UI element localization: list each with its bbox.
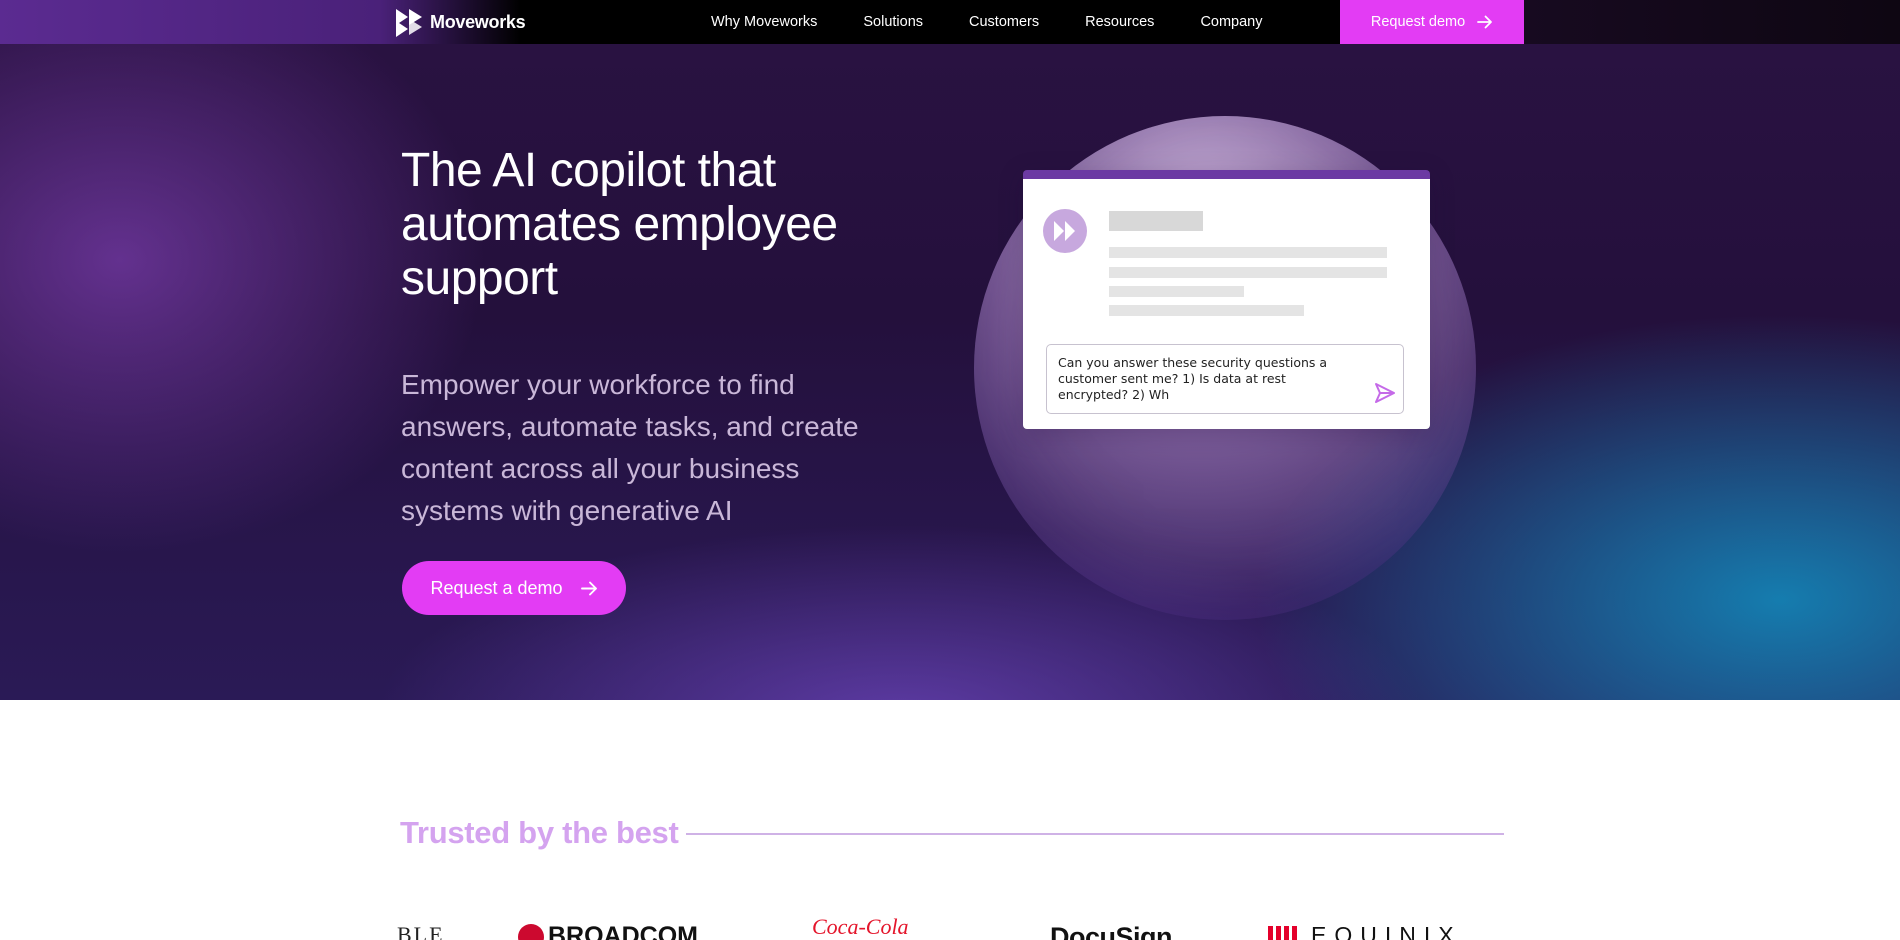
hero-title: The AI copilot that automates employee s…: [401, 144, 838, 305]
brand-name: Moveworks: [430, 11, 526, 32]
brand-logo-link[interactable]: Moveworks: [394, 6, 526, 38]
nav-customers[interactable]: Customers: [969, 14, 1039, 30]
broadcom-logo-text: BROADCOM: [548, 922, 698, 940]
skeleton-line: [1109, 247, 1387, 258]
nav-request-demo-button[interactable]: Request demo: [1340, 0, 1524, 44]
equinix-logo-text: EQUINIX: [1311, 922, 1462, 940]
skeleton-title: [1109, 211, 1203, 231]
moveworks-logo-icon: [396, 9, 422, 37]
docusign-logo: DocuSign: [1050, 922, 1173, 940]
nav-why-moveworks[interactable]: Why Moveworks: [711, 14, 817, 30]
coca-cola-logo: Coca-Cola: [812, 914, 909, 939]
equinix-logo: EQUINIX: [1268, 922, 1462, 940]
nav-solutions[interactable]: Solutions: [863, 14, 923, 30]
hero-request-demo-button[interactable]: Request a demo: [402, 561, 626, 615]
hero-section: Moveworks Why Moveworks Solutions Custom…: [0, 0, 1900, 700]
send-icon[interactable]: [1373, 381, 1397, 405]
nav-resources[interactable]: Resources: [1085, 14, 1154, 30]
arrow-right-icon: [580, 581, 597, 595]
top-nav: Moveworks Why Moveworks Solutions Custom…: [0, 0, 1900, 44]
skeleton-line: [1109, 267, 1387, 278]
hero-request-demo-label: Request a demo: [430, 577, 563, 598]
main-nav-links: Why Moveworks Solutions Customers Resour…: [711, 0, 1309, 44]
nav-right-background: [1524, 0, 1900, 44]
customer-logos-strip: BLE BROADCOM Coca-Cola DocuSign EQUINIX: [0, 900, 1900, 940]
broadcom-logo: BROADCOM: [518, 922, 698, 940]
moveworks-avatar-icon: [1043, 209, 1087, 253]
chat-message-input[interactable]: Can you answer these security questions …: [1046, 344, 1404, 414]
hero-subtitle: Empower your workforce to find answers, …: [401, 369, 859, 526]
trusted-divider: [686, 833, 1504, 835]
skeleton-line: [1109, 286, 1244, 297]
chat-preview-card: Can you answer these security questions …: [1023, 170, 1430, 429]
arrow-right-icon: [1477, 15, 1493, 29]
trusted-heading: Trusted by the best: [400, 815, 679, 850]
nav-request-demo-label: Request demo: [1370, 14, 1466, 30]
partial-logo: BLE: [397, 922, 445, 940]
avatar-chevron-icon: [1054, 221, 1075, 241]
equinix-mark-icon: [1268, 925, 1297, 940]
skeleton-line: [1109, 305, 1304, 316]
broadcom-mark-icon: [518, 923, 544, 940]
nav-company[interactable]: Company: [1200, 14, 1262, 30]
